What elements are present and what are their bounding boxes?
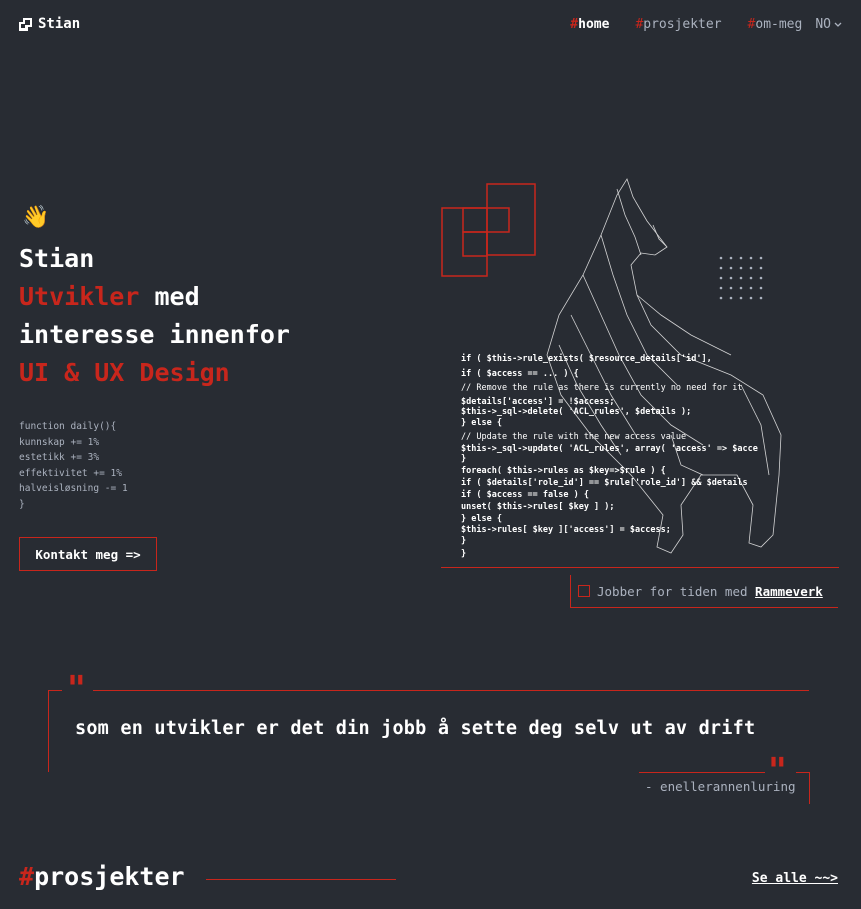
image-code-line: } xyxy=(461,536,466,546)
decor-square-4 xyxy=(462,231,488,257)
image-code-line: $this->_sql->update( 'ACL_rules', array(… xyxy=(461,443,758,454)
code-line: function daily(){ xyxy=(19,421,117,432)
hero-line-design: UI & UX Design xyxy=(19,358,230,387)
code-snippet: function daily(){ kunnskap += 1% estetikk … xyxy=(19,419,128,513)
image-code-line: unset( $this->rules[ $key ] ); xyxy=(461,501,615,512)
image-code-line: // Update the rule with the new access v… xyxy=(461,432,686,442)
image-code-line: if ( $details['role_id'] == $rule['role_… xyxy=(461,477,748,488)
decor-square-3 xyxy=(462,207,510,233)
status-square-icon xyxy=(578,585,590,597)
decor-square-1 xyxy=(441,207,488,277)
logo-text: Stian xyxy=(38,16,81,32)
image-code-line: $details['access'] = !$access; xyxy=(461,396,615,407)
image-code-line: } xyxy=(461,549,466,559)
code-line: halveisløsning -= 1 xyxy=(19,483,128,495)
nav-home[interactable]: #home xyxy=(570,17,609,32)
image-code-line: } xyxy=(461,454,466,464)
quote-open-icon: " xyxy=(67,669,86,710)
image-code: if ( $this->rule_exists( $resource_detai… xyxy=(461,353,758,559)
hero-role-rest: med xyxy=(139,282,200,311)
projects-divider xyxy=(206,879,396,880)
hero-title: Stian Utvikler med interesse innenfor UI… xyxy=(19,240,290,392)
site-header: Stian #home #prosjekter #om-meg NO xyxy=(0,0,861,52)
image-code-line: // Remove the rule as there is currently… xyxy=(461,383,742,393)
hero-divider xyxy=(441,567,839,568)
status-box: Jobber for tiden med Rammeverk xyxy=(570,575,838,608)
hero-illustration: if ( $this->rule_exists( $resource_detai… xyxy=(441,178,782,559)
hero-line-interest: interesse innenfor xyxy=(19,320,290,349)
hero-role-line: Utvikler med xyxy=(19,278,290,316)
image-code-line: if ( $access == false ) { xyxy=(461,489,589,500)
see-all-link[interactable]: Se alle ~~> xyxy=(752,871,838,886)
hero-name: Stian xyxy=(19,244,95,273)
image-code-line: if ( $access == ... ) { xyxy=(461,368,579,379)
code-line: effektivitet += 1% xyxy=(19,467,122,479)
language-label: NO xyxy=(815,17,831,32)
image-code-line: } else { xyxy=(461,418,502,428)
quote-text: som en utvikler er det din jobb å sette … xyxy=(75,718,756,739)
code-line: } xyxy=(19,498,25,510)
image-code-line: $this->_sql->delete( 'ACL_rules', $detai… xyxy=(461,406,691,417)
contact-button[interactable]: Kontakt meg => xyxy=(19,537,157,571)
decor-square-2 xyxy=(486,183,536,256)
code-line: estetikk += 3% xyxy=(19,452,100,464)
code-line: kunnskap += 1% xyxy=(19,436,100,448)
logo-icon xyxy=(19,17,32,31)
logo[interactable]: Stian xyxy=(19,16,80,32)
quote-block: " som en utvikler er det din jobb å sett… xyxy=(48,672,810,806)
quote-author: - enellerannenluring xyxy=(645,779,796,794)
image-code-line: foreach( $this->rules as $key=>$rule ) { xyxy=(461,465,666,476)
chevron-down-icon xyxy=(834,22,842,27)
main-nav: #home #prosjekter #om-meg NO xyxy=(570,17,842,32)
status-link[interactable]: Rammeverk xyxy=(755,584,823,599)
language-selector[interactable]: NO xyxy=(815,17,842,32)
image-code-line: if ( $this->rule_exists( $resource_detai… xyxy=(461,353,712,364)
wave-emoji: 👋 xyxy=(22,205,50,230)
nav-om-meg[interactable]: #om-meg xyxy=(748,17,803,32)
image-code-line: } else { xyxy=(461,514,502,524)
status-text: Jobber for tiden med Rammeverk xyxy=(597,583,823,599)
hero-role-highlight: Utvikler xyxy=(19,282,140,311)
image-code-line: $this->rules[ $key ]['access'] = $access… xyxy=(461,524,671,535)
projects-heading: #prosjekter xyxy=(19,862,185,891)
nav-prosjekter[interactable]: #prosjekter xyxy=(635,17,721,32)
dot-grid xyxy=(719,256,763,300)
